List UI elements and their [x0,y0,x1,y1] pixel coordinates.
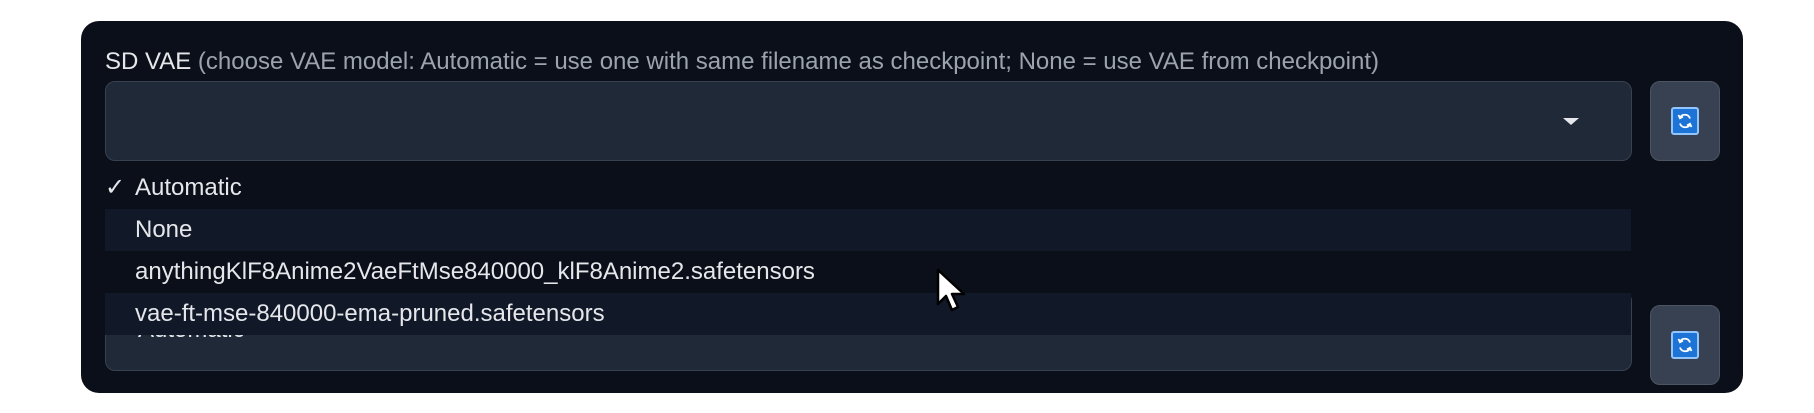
dropdown-option-none[interactable]: None [105,209,1631,251]
refresh-icon [1671,107,1699,135]
dropdown-option-label: anythingKlF8Anime2VaeFtMse840000_klF8Ani… [135,258,815,285]
dropdown-option-anything-vae[interactable]: anythingKlF8Anime2VaeFtMse840000_klF8Ani… [105,251,1631,293]
dropdown-option-label: None [135,216,193,243]
sd-vae-refresh-button[interactable] [1650,81,1720,161]
sd-vae-label-note: (choose VAE model: Automatic = use one w… [197,48,1379,75]
second-refresh-button[interactable] [1650,305,1720,385]
chevron-down-icon [1563,118,1579,125]
check-mark-icon: ✓ [105,174,126,201]
sd-vae-label-title: SD VAE [105,48,192,75]
sd-vae-select[interactable] [105,81,1632,161]
dropdown-option-label: vae-ft-mse-840000-ema-pruned.safetensors [135,300,605,327]
refresh-icon [1671,331,1699,359]
sd-vae-label: SD VAE (choose VAE model: Automatic = us… [105,47,1379,77]
dropdown-option-automatic[interactable]: ✓ Automatic [105,167,1631,209]
mouse-pointer-icon [936,268,970,319]
dropdown-option-vae-ft-mse[interactable]: vae-ft-mse-840000-ema-pruned.safetensors [105,293,1631,335]
dropdown-option-label: Automatic [135,174,242,201]
sd-vae-dropdown-list: ✓ Automatic None anythingKlF8Anime2VaeFt… [105,167,1631,335]
